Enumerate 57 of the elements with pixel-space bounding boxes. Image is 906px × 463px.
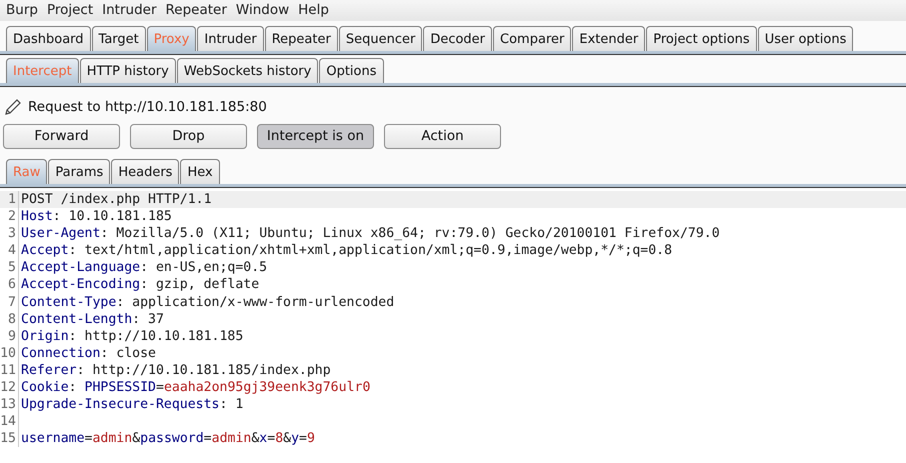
line-number: 3 [0,225,19,242]
code-line: Host: 10.10.181.185 [20,208,172,226]
code-line: Origin: http://10.10.181.185 [20,328,244,345]
line-number: 4 [0,242,19,260]
code-line: Cookie: PHPSESSID=eaaha2on95gj39eenk3g76ulr0 [20,379,370,396]
line-number: 15 [0,430,19,448]
view-tab[interactable]: Headers [111,159,180,184]
tool-tab[interactable]: Comparer [493,26,572,51]
view-tab[interactable]: Params [48,159,110,184]
code-line: Upgrade-Insecure-Requests: 1 [20,396,244,414]
tool-tab[interactable]: Decoder [423,26,492,51]
menu-item[interactable]: Repeater [166,0,227,21]
line-number: 2 [0,208,19,226]
action-button[interactable]: Forward [3,124,120,149]
pencil-icon [4,98,22,116]
tool-tab[interactable]: Intruder [197,26,264,51]
code-line: Accept: text/html,application/xhtml+xml,application/xml;q=0.9,image/webp,*/*;q=0.8 [20,242,672,260]
code-line: Connection: close [20,344,156,362]
tool-tab[interactable]: Extender [572,26,646,51]
menu-item[interactable]: Help [298,0,329,21]
tool-tab[interactable]: Dashboard [6,26,91,51]
line-number: 10 [0,344,19,362]
code-line: Content-Length: 37 [20,310,164,328]
line-number: 9 [0,328,19,345]
code-line: POST /index.php HTTP/1.1 [20,191,212,208]
sub-tab[interactable]: WebSockets history [176,58,318,83]
sub-tab[interactable]: HTTP history [80,58,176,83]
tool-tab[interactable]: Sequencer [338,26,422,51]
line-number: 6 [0,276,19,294]
request-label: Request to http://10.10.181.185:80 [28,98,267,117]
line-number: 1 [0,191,19,208]
action-button[interactable]: Drop [130,124,247,149]
view-tab[interactable]: Hex [180,159,220,184]
line-number: 11 [0,362,19,380]
menu-item[interactable]: Project [46,0,94,21]
line-number: 12 [0,379,19,396]
action-button[interactable]: Intercept is on [257,124,374,149]
menu-item[interactable]: Window [236,0,290,21]
code-line: Accept-Language: en-US,en;q=0.5 [20,259,268,276]
code-line: username=admin&password=admin&x=8&y=9 [20,430,315,448]
menu-item[interactable]: Intruder [102,0,157,21]
line-number: 13 [0,396,19,414]
menu-item[interactable]: Burp [6,0,38,21]
action-button[interactable]: Action [384,124,501,149]
sub-tab[interactable]: Options [319,58,384,83]
line-number: 14 [0,413,19,430]
line-number: 7 [0,294,19,311]
code-line: User-Agent: Mozilla/5.0 (X11; Ubuntu; Linux x86_64; rv:79.0) Gecko/20100101 Firefox/79.0 [20,225,720,242]
code-line: Referer: http://10.10.181.185/index.php [20,362,331,380]
tool-tab[interactable]: User options [758,26,854,51]
tool-tab[interactable]: Target [92,26,146,51]
line-number: 5 [0,259,19,276]
code-line: Content-Type: application/x-www-form-urlencoded [20,294,394,311]
line-number: 8 [0,310,19,328]
tool-tab[interactable]: Project options [646,26,757,51]
code-line: Accept-Encoding: gzip, deflate [20,276,260,294]
tool-tab[interactable]: Repeater [264,26,338,51]
